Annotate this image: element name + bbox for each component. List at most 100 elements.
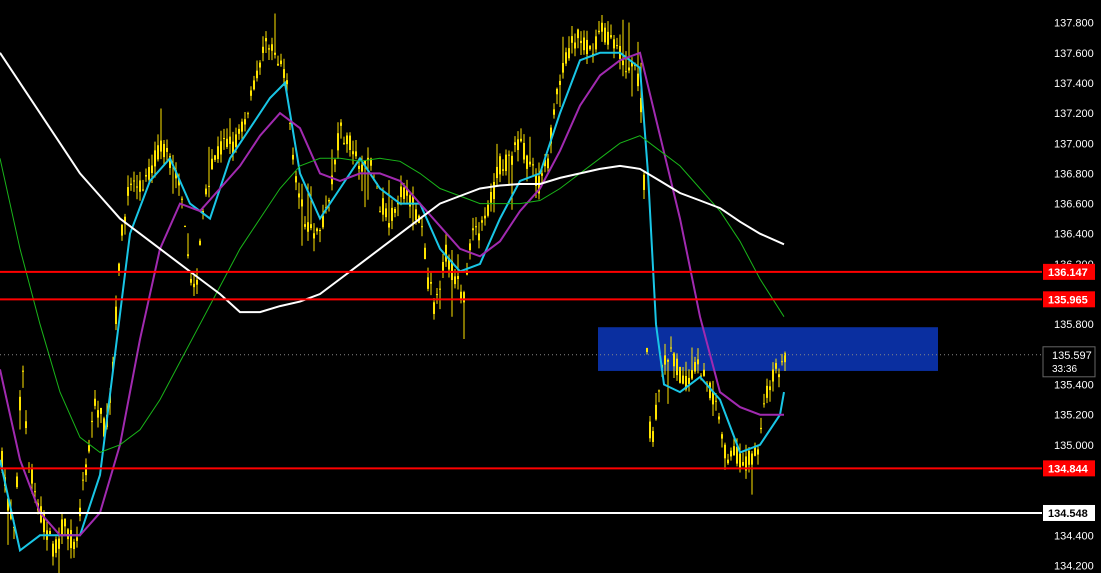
candle-timer-label: 33:36 [1052, 364, 1077, 375]
candle-body [394, 208, 396, 213]
candle-body [277, 63, 279, 66]
price-tick: 135.200 [1054, 410, 1094, 422]
candle-body [358, 165, 360, 169]
price-tick: 137.200 [1054, 108, 1094, 120]
candle-body [382, 198, 384, 215]
candle-body [679, 366, 681, 383]
candle [709, 381, 711, 401]
candle-body [553, 109, 555, 115]
price-tick: 137.000 [1054, 138, 1094, 150]
candle-body [688, 377, 690, 385]
candle-body [559, 80, 561, 85]
candle-body [505, 154, 507, 172]
candle-body [703, 369, 705, 376]
candle-body [454, 276, 456, 285]
candle-body [565, 52, 567, 64]
candle-body [439, 288, 441, 290]
candle-body [34, 491, 36, 493]
price-tick: 137.800 [1054, 18, 1094, 30]
candle-body [121, 224, 123, 236]
price-tick: 136.800 [1054, 168, 1094, 180]
candle-body [562, 62, 564, 73]
candle-body [25, 421, 27, 429]
candle-body [310, 224, 312, 229]
candle-body [457, 275, 459, 279]
candle-body [613, 39, 615, 49]
candle-body [22, 370, 24, 372]
candle-body [409, 195, 411, 207]
candle-body [628, 67, 630, 71]
candle-body [388, 223, 390, 228]
candle-body [598, 30, 600, 33]
candle-body [259, 62, 261, 68]
price-tick: 134.200 [1054, 560, 1094, 572]
candle-body [355, 151, 357, 157]
candle-body [697, 359, 699, 365]
candle-body [769, 386, 771, 391]
candle-body [148, 167, 150, 180]
candle-body [247, 113, 249, 115]
candle-body [526, 155, 528, 169]
candle-body [19, 396, 21, 411]
candle-body [424, 247, 426, 259]
candle-body [268, 48, 270, 50]
candle-body [100, 407, 102, 414]
candle-body [322, 215, 324, 228]
candle-body [337, 133, 339, 151]
candle-body [73, 541, 75, 550]
candle-body [64, 518, 66, 527]
candle-body [157, 145, 159, 160]
candle-body [541, 173, 543, 176]
level-badge-label: 134.548 [1048, 508, 1088, 520]
candle-body [475, 226, 477, 228]
candle-body [586, 39, 588, 55]
candle-body [466, 272, 468, 275]
candle-body [241, 121, 243, 132]
candle-body [334, 159, 336, 165]
candle-body [580, 40, 582, 44]
candle-body [136, 186, 138, 188]
candle-body [643, 174, 645, 190]
candle-body [79, 507, 81, 517]
candle-body [469, 243, 471, 251]
candle-body [217, 146, 219, 160]
candle-body [223, 138, 225, 140]
candle-body [664, 355, 666, 365]
level-badge: 134.844 [1043, 460, 1095, 477]
candle-body [274, 52, 276, 55]
candle-body [166, 147, 168, 152]
candle-body [88, 445, 90, 452]
candle-body [421, 226, 423, 228]
candle-body [196, 279, 198, 285]
candle-body [508, 154, 510, 156]
candle-body [391, 207, 393, 221]
candle-body [154, 150, 156, 167]
candle-body [319, 230, 321, 232]
current-price-label: 135.597 [1052, 350, 1092, 362]
candle-body [568, 48, 570, 59]
candle-body [304, 224, 306, 227]
candle-body [601, 22, 603, 32]
candle-body [445, 244, 447, 262]
price-tick: 137.400 [1054, 78, 1094, 90]
candle-body [235, 134, 237, 148]
candle-body [271, 44, 273, 51]
price-chart[interactable]: 137.800 137.600 137.400 137.200 137.000 136.8… [0, 0, 1101, 573]
candle-body [739, 453, 741, 470]
candle-body [328, 199, 330, 202]
candle-body [733, 446, 735, 456]
candle-body [520, 138, 522, 142]
candle-body [760, 427, 762, 430]
candle-body [649, 421, 651, 439]
candle-body [766, 385, 768, 398]
candle-body [727, 459, 729, 464]
candle-body [442, 262, 444, 271]
candle-body [139, 180, 141, 192]
level-badge: 136.147 [1043, 263, 1095, 280]
candle-body [736, 446, 738, 464]
candle-body [298, 193, 300, 198]
candle-body [262, 46, 264, 53]
candle-body [343, 142, 345, 144]
candle-body [436, 294, 438, 296]
candle-body [115, 306, 117, 324]
